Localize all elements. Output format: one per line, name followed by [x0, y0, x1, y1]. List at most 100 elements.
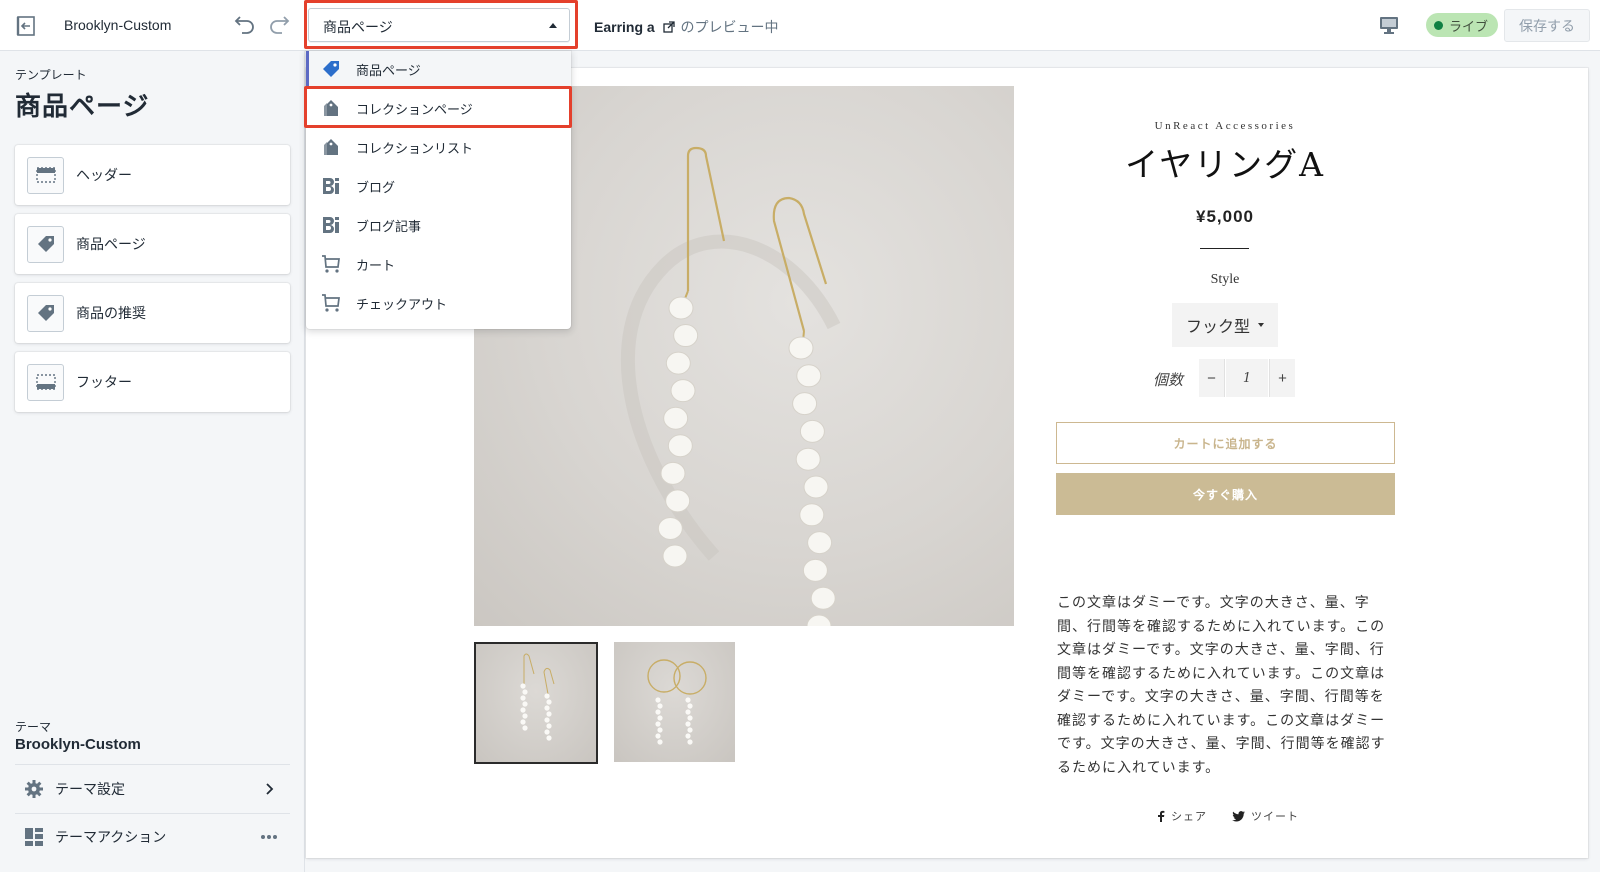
quantity-label: 個数	[1153, 371, 1184, 389]
pearl-shape	[657, 727, 663, 733]
menu-item-collection-page[interactable]: コレクションページ	[306, 90, 571, 126]
pearl-shape	[806, 614, 832, 626]
add-to-cart-button[interactable]: カートに追加する	[1056, 422, 1395, 464]
pearl-shape	[520, 707, 526, 713]
editor-topbar: Brooklyn-Custom 商品ページ Earring a のプレビュー中 …	[0, 0, 1600, 51]
section-label: 商品ページ	[76, 236, 146, 252]
template-select[interactable]: 商品ページ	[308, 8, 570, 42]
external-link-icon	[662, 21, 675, 33]
exit-icon	[16, 16, 35, 36]
pearl-shape	[657, 516, 683, 540]
save-button[interactable]: 保存する	[1504, 9, 1590, 42]
twitter-share-link[interactable]: ツイート	[1232, 808, 1299, 824]
tag-icon	[27, 294, 64, 332]
collection-tags-icon	[320, 97, 342, 119]
pearl-shape	[795, 447, 821, 471]
pearl-shape	[544, 717, 550, 723]
pearl-shape	[687, 715, 693, 721]
quantity-increase-button[interactable]: +	[1269, 359, 1295, 397]
status-dot-icon	[1434, 20, 1443, 30]
blog-icon	[320, 214, 342, 236]
blog-icon	[320, 175, 342, 197]
variant-select[interactable]: フック型	[1172, 303, 1278, 347]
product-description: この文章はダミーです。文字の大きさ、量、字間、行間等を確認するために入れています…	[1057, 595, 1386, 776]
section-label: 商品の推奨	[76, 305, 146, 321]
cart-icon	[320, 253, 342, 275]
twitter-icon	[1232, 810, 1245, 821]
pearl-shape	[792, 392, 818, 416]
tag-icon	[27, 225, 64, 263]
theme-settings-row[interactable]: テーマ設定	[15, 766, 290, 812]
editor-sidebar: テンプレート 商品ページ ヘッダー 商品ページ 商品の推奨 フッター テーマ B…	[0, 51, 305, 872]
theme-actions-row[interactable]: テーマアクション	[15, 814, 290, 860]
pearl-shape	[665, 351, 691, 375]
menu-item-blog-post[interactable]: ブログ記事	[306, 207, 571, 243]
section-product-page[interactable]: 商品ページ	[15, 214, 290, 274]
pearl-shape	[803, 475, 829, 499]
section-footer[interactable]: フッター	[15, 352, 290, 412]
pearl-shape	[546, 699, 552, 705]
device-preview-button[interactable]	[1378, 14, 1402, 38]
buy-now-button[interactable]: 今すぐ購入	[1056, 473, 1395, 515]
product-vendor[interactable]: UnReact Accessories	[1055, 120, 1395, 132]
facebook-share-link[interactable]: シェア	[1157, 808, 1207, 824]
preview-product-link[interactable]: Earring a	[594, 19, 655, 35]
cart-icon	[320, 292, 342, 314]
menu-item-label: ブログ	[356, 179, 396, 195]
undo-icon	[234, 16, 254, 34]
menu-item-blog[interactable]: ブログ	[306, 168, 571, 204]
pearl-shape	[668, 296, 694, 320]
product-title: イヤリングA	[1125, 145, 1325, 184]
quantity-decrease-button[interactable]: −	[1199, 359, 1225, 397]
menu-item-checkout[interactable]: チェックアウト	[306, 285, 571, 321]
theme-actions-icon	[23, 826, 45, 848]
theme-actions-label: テーマアクション	[55, 829, 167, 845]
product-thumbnail-1[interactable]	[474, 642, 598, 764]
redo-button[interactable]	[266, 11, 292, 37]
pearl-shape	[685, 697, 691, 703]
pearl-shape	[544, 729, 550, 735]
pearl-shape	[546, 711, 552, 717]
product-thumbnail-2[interactable]	[614, 642, 735, 762]
variant-select-value: フック型	[1185, 317, 1250, 336]
exit-editor-button[interactable]	[12, 12, 40, 40]
product-price: ¥5,000	[1196, 207, 1254, 226]
tweet-label: ツイート	[1251, 811, 1299, 823]
pearl-shape	[796, 364, 822, 388]
thumbnail-graphic	[520, 653, 555, 741]
live-status-badge: ライブ	[1426, 13, 1499, 37]
theme-caption: テーマ	[15, 720, 52, 734]
header-layout-icon	[27, 156, 64, 194]
quantity-input[interactable]: 1	[1226, 359, 1268, 397]
more-horizontal-icon[interactable]	[258, 826, 280, 848]
sidebar-caption: テンプレート	[15, 68, 87, 82]
undo-button[interactable]	[232, 11, 258, 37]
pearl-shape	[660, 461, 686, 485]
chevron-right-icon	[258, 778, 280, 800]
pearl-shape	[810, 586, 836, 610]
tag-icon	[320, 58, 342, 80]
section-header[interactable]: ヘッダー	[15, 145, 290, 205]
pearl-shape	[520, 683, 526, 689]
pearl-shape	[799, 419, 825, 443]
facebook-icon	[1158, 810, 1165, 822]
share-label: シェア	[1171, 811, 1207, 823]
pearl-shape	[663, 406, 689, 430]
pearl-shape	[655, 697, 661, 703]
pearl-shape	[799, 503, 825, 527]
menu-item-collection-list[interactable]: コレクションリスト	[306, 129, 571, 165]
menu-item-product-page[interactable]: 商品ページ	[306, 51, 571, 87]
menu-item-label: カート	[356, 257, 396, 273]
pearl-shape	[655, 733, 661, 739]
pearl-shape	[807, 531, 833, 555]
section-label: ヘッダー	[76, 167, 132, 183]
pearl-shape	[657, 739, 663, 745]
pearl-shape	[687, 727, 693, 733]
pearl-shape	[544, 693, 550, 699]
section-product-recommendations[interactable]: 商品の推奨	[15, 283, 290, 343]
redo-icon	[270, 16, 290, 34]
menu-item-cart[interactable]: カート	[306, 246, 571, 282]
pearl-shape	[546, 735, 552, 741]
variant-label: Style	[1210, 272, 1240, 287]
preview-suffix: のプレビュー中	[680, 19, 779, 35]
